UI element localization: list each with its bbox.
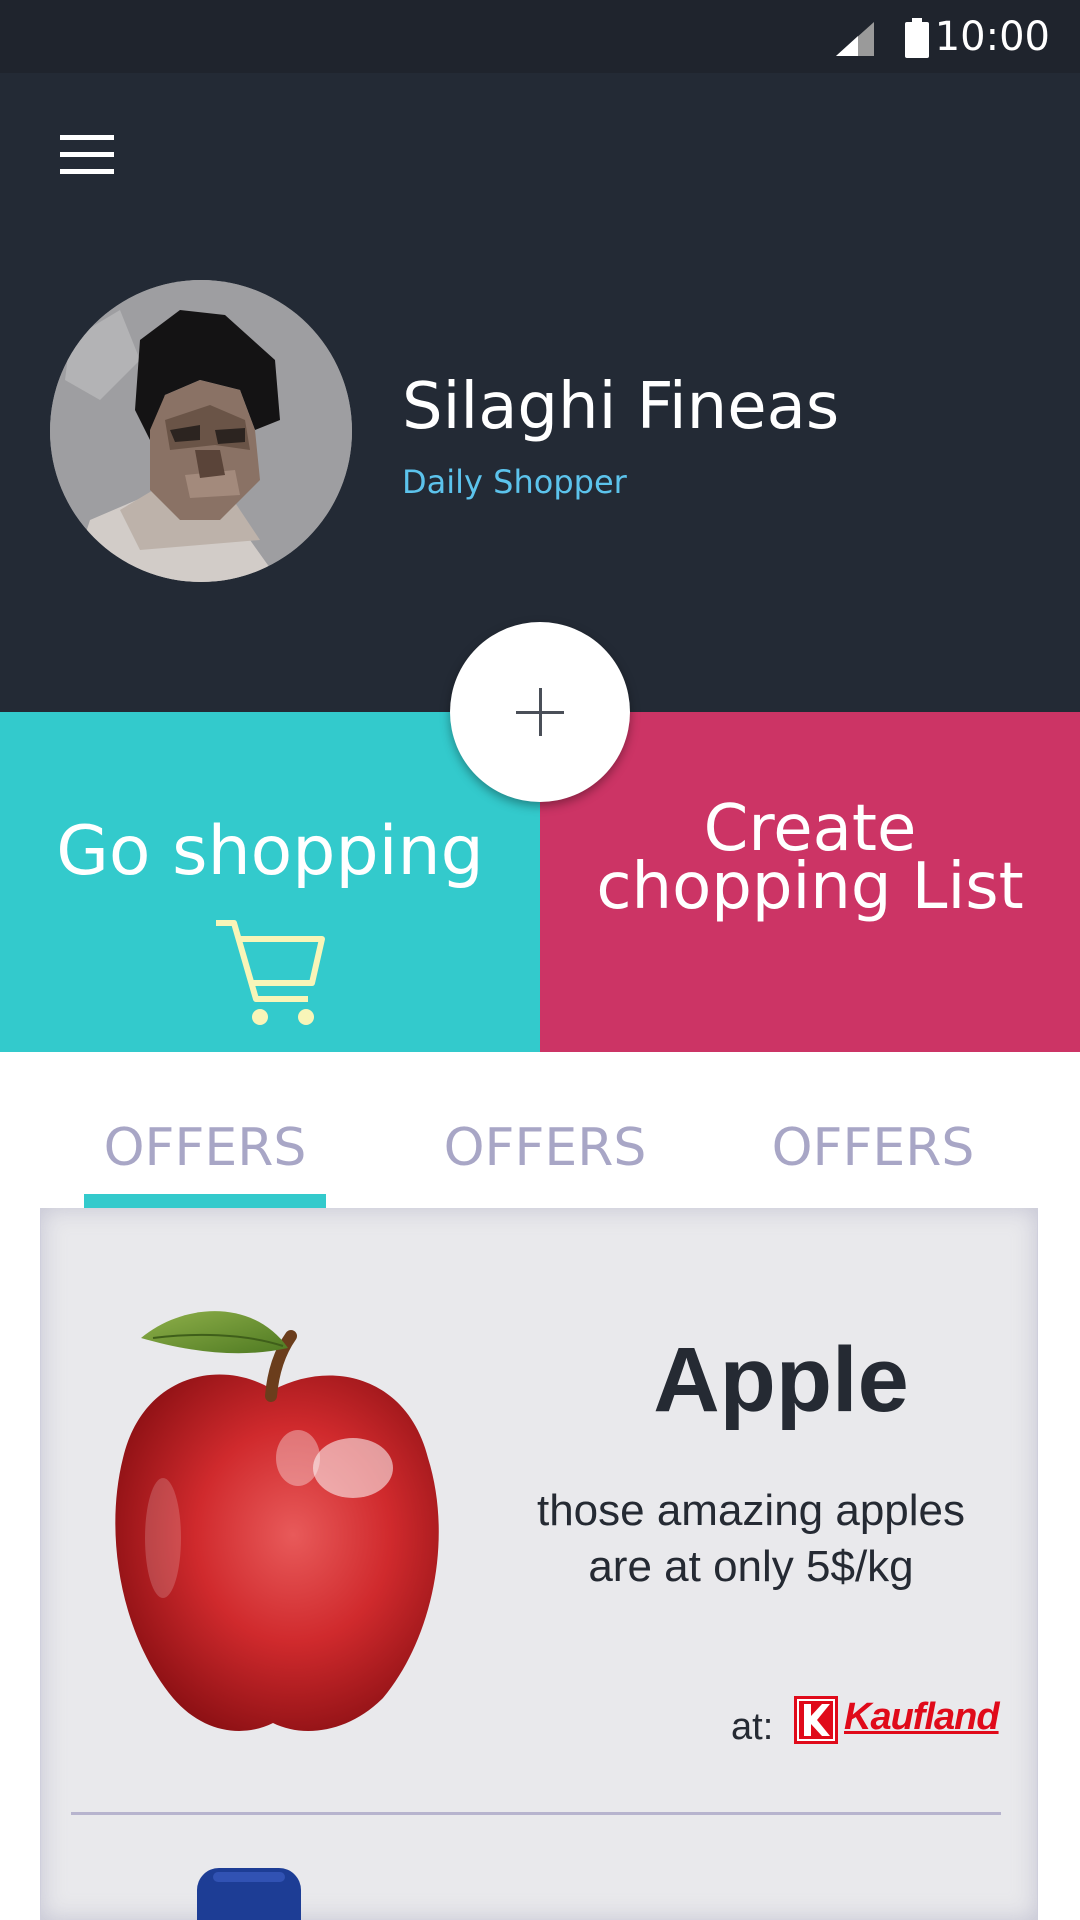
create-list-label: Create chopping List [540,797,1080,924]
offer-desc-line1: those amazing apples [536,1486,966,1535]
status-time: 10:00 [934,14,1050,60]
battery-icon [905,18,929,58]
tab-label: OFFERS [443,1118,647,1178]
tab-offers-2[interactable]: OFFERS [424,1052,666,1208]
apple-image [115,1311,439,1731]
avatar[interactable] [50,280,352,582]
status-bar: 10:00 [0,0,1080,73]
offers-list[interactable]: Apple those amazing apples are at only 5… [40,1208,1038,1920]
offer-card[interactable]: Apple those amazing apples are at only 5… [41,1208,1039,1818]
tab-label: OFFERS [103,1118,307,1178]
tab-offers-1[interactable]: OFFERS [84,1052,326,1208]
create-shopping-list-button[interactable]: Create chopping List [540,712,1080,1052]
shopping-cart-icon [216,920,325,1025]
offers-tabs: OFFERS OFFERS OFFERS [0,1052,1080,1208]
offer-desc-line2: are at only 5$/kg [588,1542,914,1591]
user-role: Daily Shopper [402,463,627,501]
store-logo-text: Kaufland [844,1696,1000,1738]
store-logo: Kaufland [794,1696,1004,1744]
tab-offers-3[interactable]: OFFERS [752,1052,994,1208]
create-list-line2: chopping List [596,850,1024,924]
user-name: Silaghi Fineas [402,370,840,444]
avatar-portrait-icon [50,280,352,582]
go-shopping-button[interactable]: Go shopping [0,712,540,1052]
tab-selected-indicator [84,1194,326,1208]
add-button[interactable] [450,622,630,802]
hamburger-menu-icon[interactable] [60,135,114,175]
offer-divider [71,1812,1001,1815]
offer-at-label: at: [731,1706,774,1748]
signal-icon [836,22,874,56]
offer-description: those amazing apples are at only 5$/kg [506,1483,996,1595]
tab-label: OFFERS [771,1118,975,1178]
store-logo-mark-icon [794,1696,838,1744]
offer-title: Apple [653,1329,909,1431]
go-shopping-label: Go shopping [56,812,484,891]
